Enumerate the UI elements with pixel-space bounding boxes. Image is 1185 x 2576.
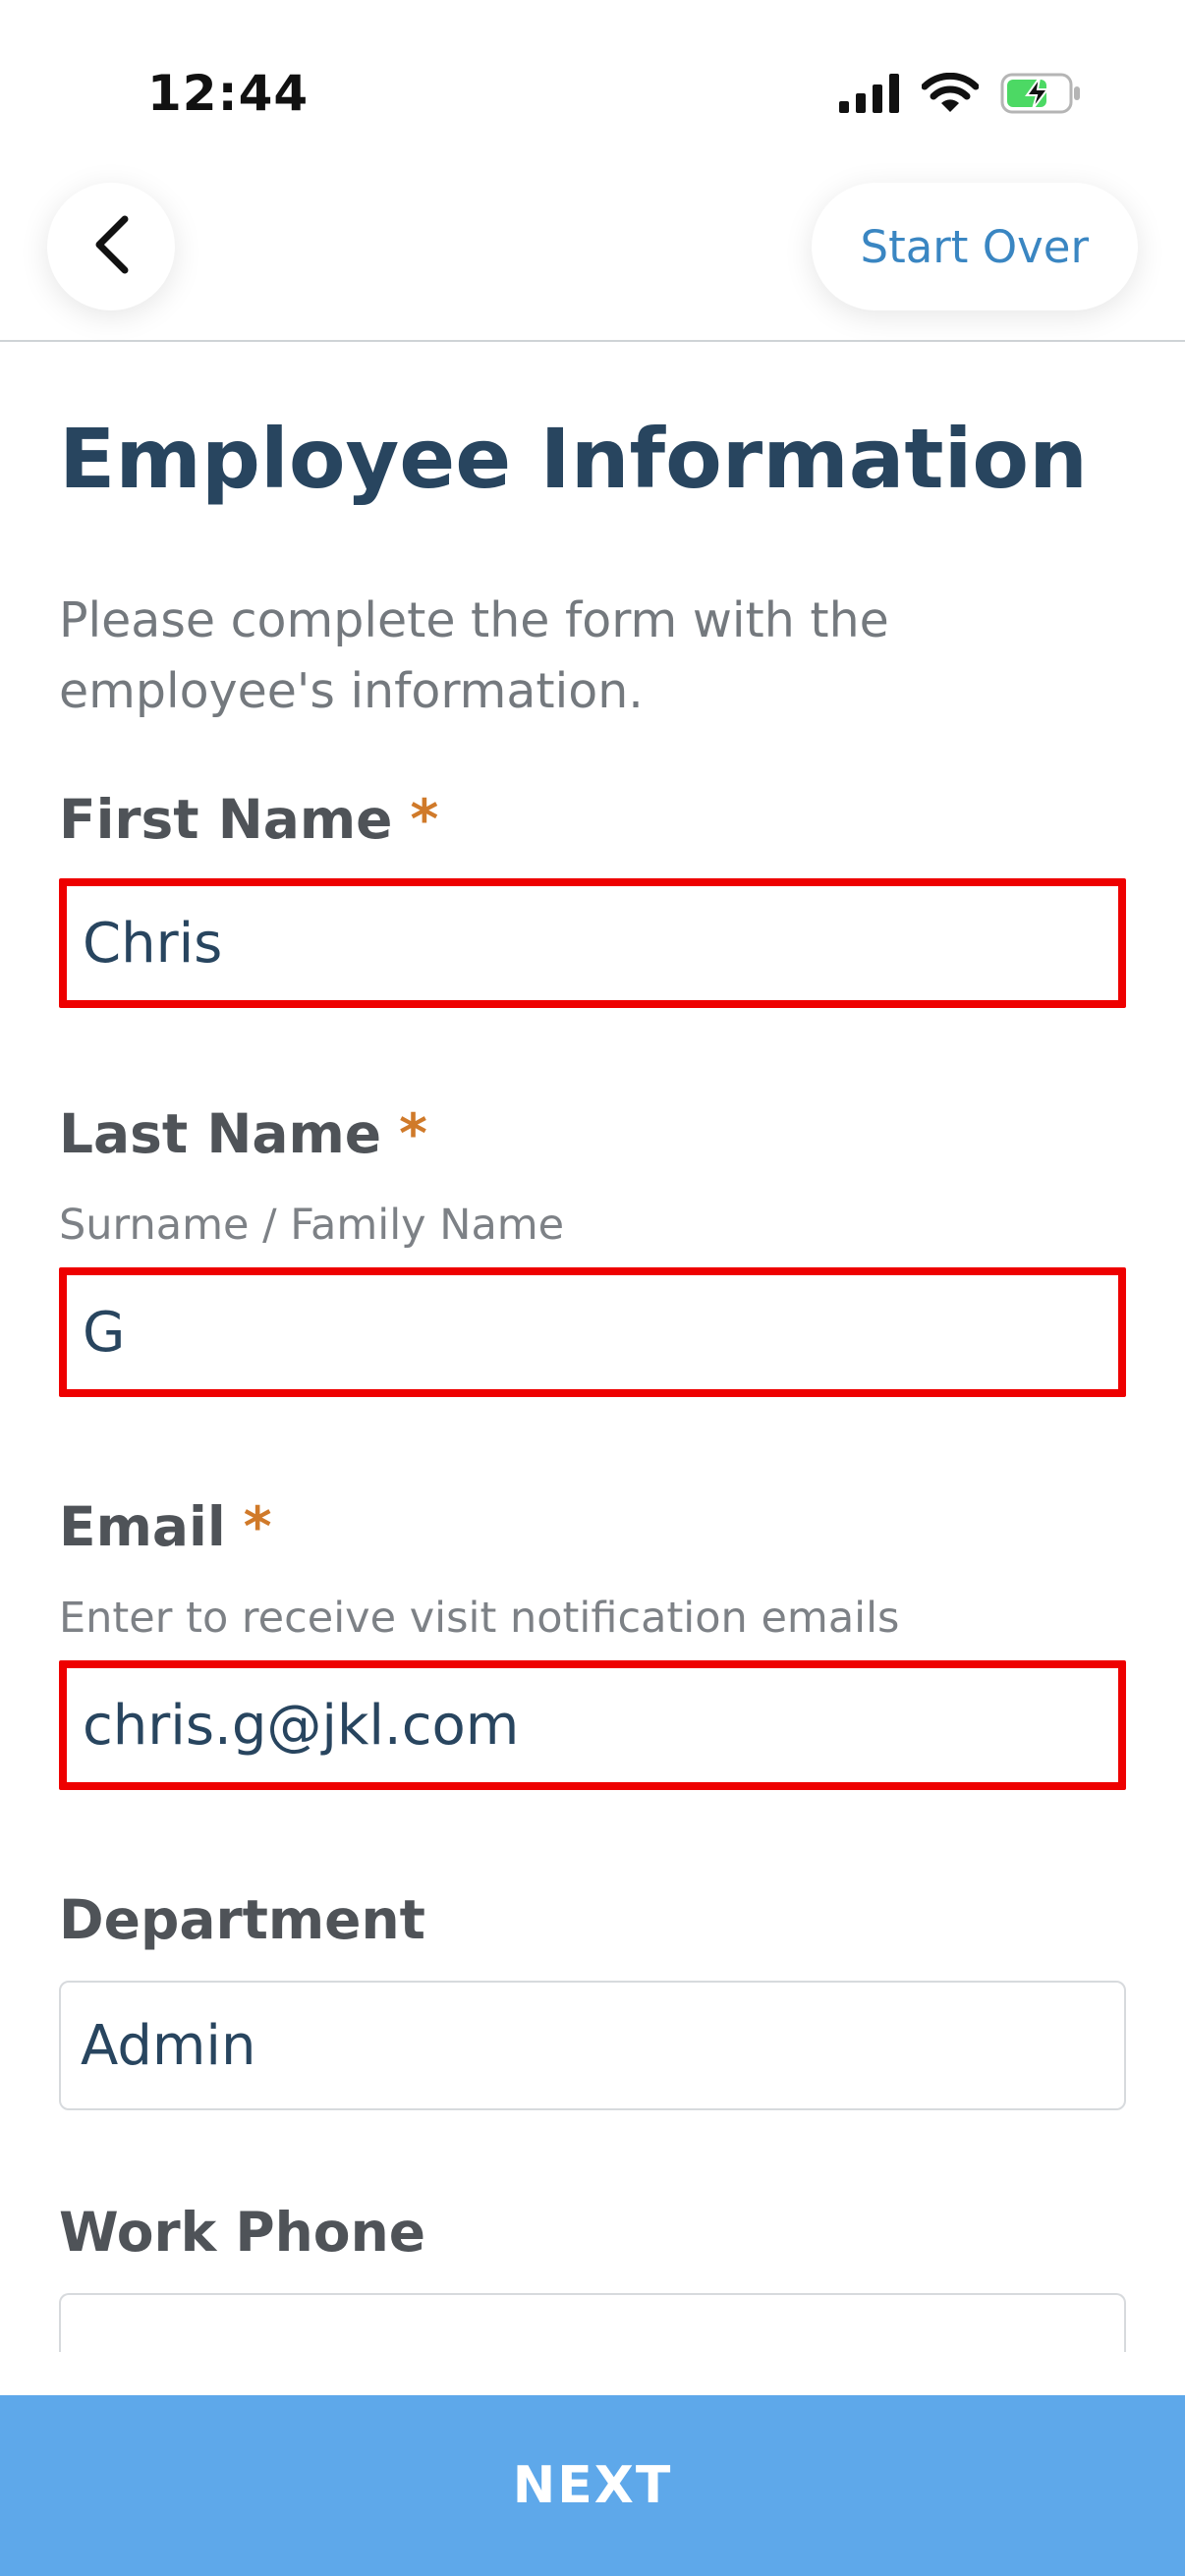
chevron-left-icon	[89, 213, 133, 280]
first-name-label: First Name *	[59, 788, 438, 851]
email-label-text: Email	[59, 1495, 226, 1558]
first-name-label-text: First Name	[59, 788, 393, 851]
status-bar: 12:44	[0, 0, 1185, 177]
email-hint: Enter to receive visit notification emai…	[59, 1594, 900, 1643]
email-label: Email *	[59, 1495, 271, 1558]
department-label-text: Department	[59, 1888, 425, 1951]
header: Start Over	[0, 177, 1185, 342]
work-phone-label: Work Phone	[59, 2201, 425, 2264]
signal-icon	[839, 74, 900, 117]
battery-charging-icon	[1000, 73, 1083, 118]
required-asterisk: *	[399, 1102, 427, 1165]
email-input[interactable]	[59, 1660, 1126, 1790]
last-name-input[interactable]	[59, 1267, 1126, 1397]
next-button[interactable]: NEXT	[0, 2395, 1185, 2576]
last-name-hint: Surname / Family Name	[59, 1201, 565, 1250]
page-subtitle: Please complete the form with the employ…	[59, 592, 889, 719]
required-asterisk: *	[243, 1495, 272, 1558]
work-phone-input[interactable]	[59, 2293, 1126, 2352]
last-name-label: Last Name *	[59, 1102, 427, 1165]
start-over-button[interactable]: Start Over	[811, 183, 1138, 310]
work-phone-label-text: Work Phone	[59, 2201, 426, 2264]
first-name-input[interactable]	[59, 878, 1126, 1008]
page-title: Employee Information	[59, 411, 1088, 507]
back-button[interactable]	[47, 183, 175, 310]
status-icons	[839, 72, 1083, 118]
department-label: Department	[59, 1888, 425, 1951]
last-name-label-text: Last Name	[59, 1102, 382, 1165]
department-input[interactable]	[59, 1981, 1126, 2110]
status-time: 12:44	[147, 65, 310, 122]
required-asterisk: *	[410, 788, 439, 851]
wifi-icon	[921, 72, 980, 118]
